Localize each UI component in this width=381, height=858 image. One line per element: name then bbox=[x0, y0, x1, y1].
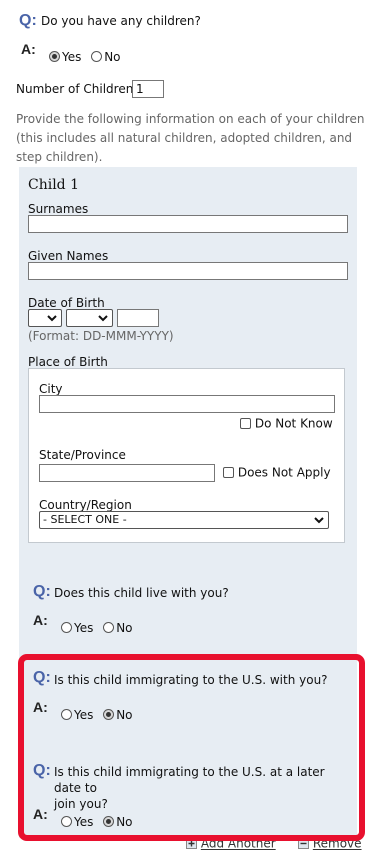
remove-icon bbox=[298, 838, 309, 849]
immigrating-later-no-radio[interactable] bbox=[103, 816, 115, 827]
immigrating-with-question-text: Is this child immigrating to the U.S. wi… bbox=[54, 673, 328, 687]
given-names-label: Given Names bbox=[28, 249, 109, 263]
live-with-yes-radio[interactable] bbox=[61, 622, 72, 633]
question-marker: Q: bbox=[19, 12, 37, 29]
immigrating-later-line-1: Is this child immigrating to the U.S. at… bbox=[54, 765, 325, 795]
does-not-apply-group: Does Not Apply bbox=[223, 465, 331, 480]
dob-day-select[interactable] bbox=[28, 309, 62, 327]
immigrating-later-no-label: No bbox=[116, 814, 133, 829]
children-yes-radio[interactable] bbox=[49, 51, 60, 62]
does-not-apply-checkbox[interactable] bbox=[223, 467, 234, 478]
immigrating-later-yes-radio[interactable] bbox=[61, 816, 72, 827]
immigrating-later-answer-group: Yes No bbox=[61, 814, 139, 829]
do-not-know-checkbox[interactable] bbox=[240, 418, 251, 429]
children-no-radio[interactable] bbox=[91, 51, 103, 62]
instructions-text: Provide the following information on eac… bbox=[16, 112, 365, 164]
dob-format-hint: (Format: DD-MMM-YYYY) bbox=[28, 329, 174, 343]
answer-marker: A: bbox=[21, 41, 36, 57]
answer-marker: A: bbox=[33, 612, 48, 628]
live-with-yes-label: Yes bbox=[74, 620, 94, 635]
immigrating-later-line-2: join you? bbox=[54, 797, 108, 811]
live-with-no-radio[interactable] bbox=[103, 622, 115, 633]
children-answer-group: Yes No bbox=[49, 49, 127, 64]
remove-label: Remove bbox=[312, 836, 362, 851]
immigrating-with-yes-radio[interactable] bbox=[61, 709, 72, 720]
given-names-input[interactable] bbox=[28, 262, 348, 280]
do-not-know-label: Do Not Know bbox=[254, 416, 333, 431]
children-no-label: No bbox=[104, 49, 121, 64]
remove-link[interactable]: Remove bbox=[298, 836, 362, 851]
live-with-answer-group: Yes No bbox=[61, 620, 139, 635]
country-select-value: - SELECT ONE - bbox=[43, 513, 127, 526]
num-children-label: Number of Children: bbox=[16, 82, 138, 96]
immigrating-with-no-radio[interactable] bbox=[103, 709, 115, 720]
dob-label: Date of Birth bbox=[28, 296, 105, 310]
chevron-down-icon bbox=[314, 517, 324, 524]
question-marker: Q: bbox=[33, 583, 51, 600]
surnames-label: Surnames bbox=[28, 202, 89, 216]
chevron-down-icon bbox=[47, 315, 57, 322]
question-text: Do you have any children? bbox=[41, 14, 201, 28]
state-label: State/Province bbox=[39, 448, 126, 462]
add-icon bbox=[186, 838, 197, 849]
immigrating-later-yes-label: Yes bbox=[74, 814, 94, 829]
child-title: Child 1 bbox=[28, 177, 80, 193]
children-yes-label: Yes bbox=[62, 49, 82, 64]
answer-marker: A: bbox=[33, 699, 48, 715]
does-not-apply-label: Does Not Apply bbox=[237, 465, 331, 480]
state-input[interactable] bbox=[39, 464, 215, 482]
pob-label: Place of Birth bbox=[28, 355, 108, 369]
live-with-no-label: No bbox=[116, 620, 133, 635]
question-marker: Q: bbox=[33, 669, 51, 686]
answer-marker: A: bbox=[33, 806, 48, 822]
live-with-question-text: Does this child live with you? bbox=[54, 586, 229, 600]
immigrating-with-answer-group: Yes No bbox=[61, 707, 139, 722]
city-label: City bbox=[39, 382, 63, 396]
do-not-know-group: Do Not Know bbox=[240, 416, 333, 431]
surnames-input[interactable] bbox=[28, 215, 348, 233]
chevron-down-icon bbox=[98, 315, 108, 322]
add-another-link[interactable]: Add Another bbox=[186, 836, 276, 851]
city-input[interactable] bbox=[39, 395, 335, 413]
immigrating-with-yes-label: Yes bbox=[74, 707, 94, 722]
dob-month-select[interactable] bbox=[66, 309, 113, 327]
add-another-label: Add Another bbox=[200, 836, 276, 851]
country-label: Country/Region bbox=[39, 498, 132, 512]
immigrating-later-question-text: Is this child immigrating to the U.S. at… bbox=[54, 764, 354, 812]
country-select[interactable]: - SELECT ONE - bbox=[39, 511, 329, 529]
dob-year-input[interactable] bbox=[117, 309, 159, 327]
immigrating-with-no-label: No bbox=[116, 707, 133, 722]
num-children-input[interactable]: 1 bbox=[132, 80, 164, 98]
question-marker: Q: bbox=[33, 762, 51, 779]
